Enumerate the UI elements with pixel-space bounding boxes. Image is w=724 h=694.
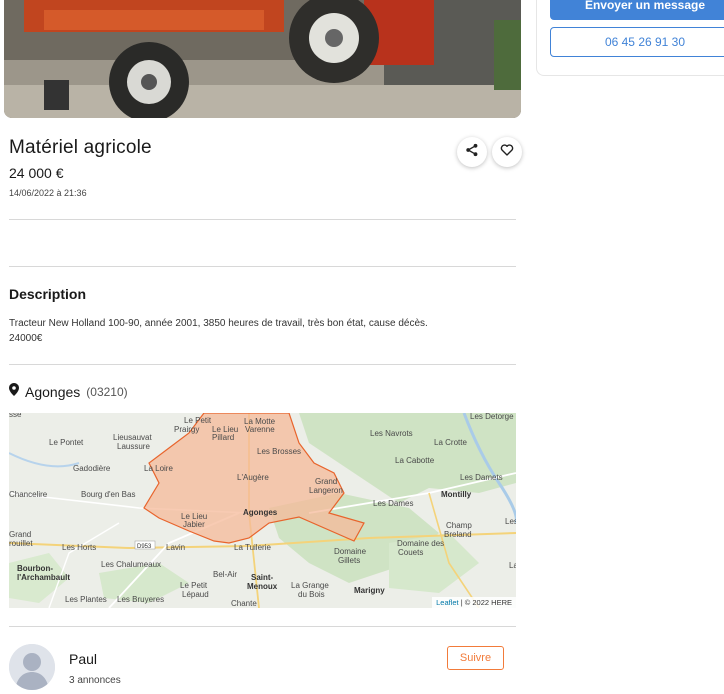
svg-text:Gillets: Gillets: [338, 556, 360, 565]
listing-date: 14/06/2022 à 21:36: [9, 188, 87, 198]
svg-text:Pillard: Pillard: [212, 433, 234, 442]
listing-price: 24 000 €: [9, 165, 64, 181]
svg-text:Chancelire: Chancelire: [9, 490, 48, 499]
svg-text:Le Petit: Le Petit: [184, 416, 212, 425]
svg-text:Jabier: Jabier: [183, 520, 205, 529]
svg-text:Lavin: Lavin: [166, 543, 185, 552]
svg-text:du Bois: du Bois: [298, 590, 325, 599]
location-zip: (03210): [86, 385, 128, 399]
description-line: Tracteur New Holland 100-90, année 2001,…: [9, 318, 428, 329]
svg-text:La Tuilerie: La Tuilerie: [234, 543, 271, 552]
heart-icon: [500, 143, 514, 162]
divider: [9, 266, 516, 267]
svg-text:Les Horts: Les Horts: [62, 543, 96, 552]
svg-text:Grand: Grand: [315, 477, 337, 486]
svg-text:La Loire: La Loire: [144, 464, 173, 473]
phone-button[interactable]: 06 45 26 91 30: [550, 27, 724, 57]
svg-text:Domaine des: Domaine des: [397, 539, 444, 548]
location-city: Agonges: [25, 384, 81, 400]
svg-text:Les Navrots: Les Navrots: [370, 429, 413, 438]
divider: [9, 626, 516, 627]
svg-text:Le Pontet: Le Pontet: [49, 438, 84, 447]
svg-text:Les M: Les M: [505, 517, 516, 526]
svg-text:Les Damets: Les Damets: [460, 473, 503, 482]
follow-button[interactable]: Suivre: [447, 646, 504, 670]
divider: [9, 364, 516, 365]
share-button[interactable]: [457, 137, 487, 167]
svg-text:Langeron: Langeron: [309, 486, 343, 495]
here-attribution: | © 2022 HERE: [458, 598, 512, 607]
svg-text:Laussure: Laussure: [117, 442, 150, 451]
svg-text:Chante: Chante: [231, 599, 257, 608]
svg-text:D953: D953: [137, 544, 152, 550]
svg-text:Les Detorge: Les Detorge: [470, 413, 514, 421]
svg-text:Varenne: Varenne: [245, 425, 275, 434]
svg-text:L'Augère: L'Augère: [237, 473, 269, 482]
svg-text:Grand: Grand: [9, 530, 31, 539]
svg-text:Saint-: Saint-: [251, 573, 274, 582]
svg-text:Bel-Air: Bel-Air: [213, 570, 237, 579]
svg-text:La: La: [509, 561, 516, 570]
svg-text:Gadodière: Gadodière: [73, 464, 111, 473]
svg-text:La Grange: La Grange: [291, 581, 329, 590]
seller-name[interactable]: Paul: [69, 651, 97, 667]
favorite-button[interactable]: [492, 137, 522, 167]
location: Agonges (03210): [9, 383, 128, 401]
svg-text:rouillet: rouillet: [9, 539, 33, 548]
svg-text:Les Plantes: Les Plantes: [65, 595, 107, 604]
seller-listings-count: 3 annonces: [69, 675, 121, 686]
leaflet-link[interactable]: Leaflet: [436, 598, 459, 607]
send-message-button[interactable]: Envoyer un message: [550, 0, 724, 20]
svg-text:Champ: Champ: [446, 521, 472, 530]
map-pin-icon: [9, 383, 19, 401]
svg-text:Couets: Couets: [398, 548, 423, 557]
svg-text:Lieusauvat: Lieusauvat: [113, 433, 152, 442]
svg-text:Prairgy: Prairgy: [174, 425, 199, 434]
svg-text:Menoux: Menoux: [247, 582, 278, 591]
contact-card: Envoyer un message 06 45 26 91 30: [536, 0, 724, 76]
svg-text:Lépaud: Lépaud: [182, 590, 209, 599]
svg-text:Le Petit: Le Petit: [180, 581, 208, 590]
share-icon: [465, 143, 479, 162]
svg-text:Les Brosses: Les Brosses: [257, 447, 301, 456]
svg-text:La Crotte: La Crotte: [434, 438, 467, 447]
svg-text:Bourbon-: Bourbon-: [17, 564, 53, 573]
svg-text:Les Bruyeres: Les Bruyeres: [117, 595, 164, 604]
listing-title: Matériel agricole: [9, 137, 152, 158]
svg-text:Breland: Breland: [444, 530, 472, 539]
svg-text:Montilly: Montilly: [441, 490, 472, 499]
svg-text:La Cabotte: La Cabotte: [395, 456, 435, 465]
svg-text:Agonges: Agonges: [243, 508, 278, 517]
svg-text:l'Archambault: l'Archambault: [17, 573, 70, 582]
avatar[interactable]: [9, 644, 55, 690]
svg-text:Les Chalumeaux: Les Chalumeaux: [101, 560, 161, 569]
map-attribution: Leaflet | © 2022 HERE: [432, 597, 516, 608]
svg-text:Domaine: Domaine: [334, 547, 367, 556]
svg-text:Les Dames: Les Dames: [373, 499, 413, 508]
divider: [9, 219, 516, 220]
listing-photo[interactable]: [4, 0, 521, 118]
svg-text:Bourg d'en Bas: Bourg d'en Bas: [81, 490, 135, 499]
svg-text:sse: sse: [9, 413, 22, 419]
description-heading: Description: [9, 286, 87, 302]
description-line: 24000€: [9, 333, 43, 344]
svg-text:Marigny: Marigny: [354, 586, 385, 595]
location-map[interactable]: Les Detorge Le Petit Prairgy La Motte Va…: [9, 413, 516, 608]
description-text: Tracteur New Holland 100-90, année 2001,…: [9, 316, 514, 346]
